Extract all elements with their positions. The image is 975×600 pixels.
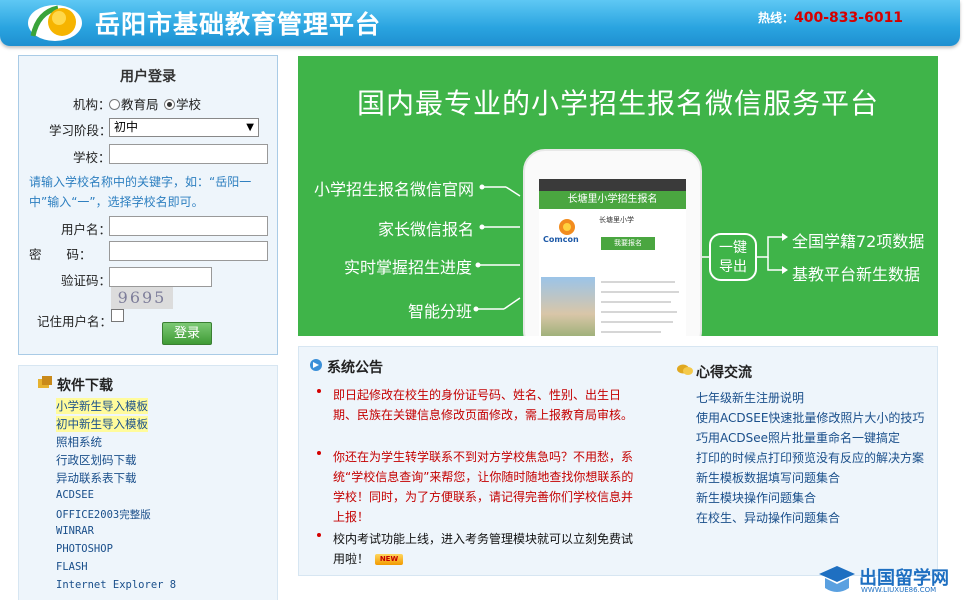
- bullet-icon: [317, 389, 321, 393]
- experience-link[interactable]: 新生模板数据填写问题集合: [696, 469, 840, 486]
- phone-mockup: 长塘里小学招生报名 Comcon 长塘里小学 我要报名: [523, 149, 702, 336]
- org-option-school: 学校: [176, 97, 202, 112]
- notice-item[interactable]: 即日起修改在校生的身份证号码、姓名、性别、出生日期、民族在关键信息修改页面修改，…: [333, 385, 638, 425]
- remember-label: 记住用户名：: [37, 314, 113, 329]
- captcha-label: 验证码：: [61, 273, 112, 288]
- org-label: 机构：: [73, 97, 111, 112]
- site-logo-icon: [28, 5, 82, 41]
- phone-status-bar: [539, 179, 686, 191]
- radio-icon[interactable]: [109, 99, 120, 110]
- notice-item[interactable]: 校内考试功能上线，进入考务管理模块就可以立刻免费试用啦！ NEW: [333, 529, 638, 569]
- text-line: [601, 321, 673, 323]
- phone-apply-button: 我要报名: [601, 237, 655, 250]
- promo-banner[interactable]: 国内最专业的小学招生报名微信服务平台 小学招生报名微信官网 家长微信报名 实时掌…: [298, 56, 938, 336]
- password-input[interactable]: [109, 241, 268, 261]
- banner-export-item: 全国学籍72项数据: [792, 232, 925, 251]
- chevron-down-icon: ▼: [246, 122, 254, 133]
- download-link[interactable]: ACDSEE: [56, 489, 94, 501]
- download-link[interactable]: 行政区划码下载: [56, 452, 137, 468]
- bullet-icon: [317, 451, 321, 455]
- experience-link[interactable]: 新生模块操作问题集合: [696, 489, 816, 506]
- text-line: [601, 331, 661, 333]
- stage-label: 学习阶段：: [49, 123, 112, 138]
- org-radio-bureau[interactable]: 教育局: [109, 94, 159, 113]
- new-badge: NEW: [375, 554, 404, 565]
- graduation-cap-icon: [819, 566, 855, 592]
- download-link[interactable]: 照相系统: [56, 434, 102, 450]
- notice-item[interactable]: 你还在为学生转学联系不到对方学校焦急吗？不用愁，系统“学校信息查询”来帮您，让你…: [333, 447, 638, 527]
- chat-bubble-icon: [677, 364, 693, 375]
- hotline: 热线：400-833-6011: [758, 9, 903, 26]
- remember-checkbox[interactable]: [111, 309, 124, 322]
- login-panel: 用户登录 机构： 教育局 学校 学习阶段： 初中 ▼ 学校： 请输入学校名称中的…: [18, 55, 278, 355]
- experience-link[interactable]: 巧用ACDSee照片批量重命名一键搞定: [696, 429, 900, 446]
- hotline-label: 热线：: [758, 11, 795, 25]
- experience-title: 心得交流: [696, 365, 752, 381]
- phone-school-name: 长塘里小学: [599, 216, 634, 224]
- radio-selected-icon[interactable]: [164, 99, 175, 110]
- experience-link[interactable]: 在校生、异动操作问题集合: [696, 509, 840, 526]
- download-link[interactable]: WINRAR: [56, 525, 94, 537]
- download-link[interactable]: 初中新生导入模板: [56, 416, 148, 432]
- arrow-right-icon: [310, 359, 322, 371]
- school-logo-text: Comcon: [543, 235, 579, 244]
- download-link[interactable]: OFFICE2003完整版: [56, 507, 151, 522]
- download-link[interactable]: 异动联系表下载: [56, 470, 137, 486]
- stage-select[interactable]: 初中 ▼: [109, 118, 259, 137]
- experience-link[interactable]: 打印的时候点打印预览没有反应的解决方案: [696, 449, 924, 466]
- phone-title: 长塘里小学招生报名: [539, 191, 686, 209]
- org-option-bureau: 教育局: [121, 97, 159, 112]
- org-radio-school[interactable]: 学校: [164, 94, 201, 113]
- one-click-export-badge: 一键 导出: [709, 233, 757, 281]
- username-label: 用户名：: [61, 222, 112, 237]
- download-title: 软件下载: [57, 378, 113, 394]
- experience-link[interactable]: 七年级新生注册说明: [696, 389, 804, 406]
- captcha-input[interactable]: [109, 267, 212, 287]
- bullet-icon: [317, 533, 321, 537]
- school-label: 学校：: [73, 150, 111, 165]
- captcha-image[interactable]: 9695: [111, 287, 173, 309]
- hotline-number: 400-833-6011: [794, 10, 904, 26]
- download-link[interactable]: FLASH: [56, 561, 88, 573]
- onekey-line1: 一键: [719, 240, 747, 256]
- text-line: [601, 291, 679, 293]
- download-link[interactable]: PHOTOSHOP: [56, 543, 113, 555]
- login-button[interactable]: 登录: [162, 322, 212, 345]
- text-line: [601, 281, 675, 283]
- experience-link[interactable]: 使用ACDSEE快速批量修改照片大小的技巧: [696, 409, 924, 426]
- notice-title: 系统公告: [327, 360, 383, 376]
- header-bar: 岳阳市基础教育管理平台 热线：400-833-6011: [0, 0, 960, 46]
- login-title: 用户登录: [120, 69, 176, 85]
- username-input[interactable]: [109, 216, 268, 236]
- banner-export-item: 基教平台新生数据: [792, 265, 921, 284]
- site-title: 岳阳市基础教育管理平台: [95, 10, 382, 39]
- download-link[interactable]: Internet Explorer 8: [56, 579, 176, 591]
- onekey-line2: 导出: [719, 259, 747, 275]
- phone-screen: 长塘里小学招生报名 Comcon 长塘里小学 我要报名: [539, 179, 686, 336]
- school-input[interactable]: [109, 144, 268, 164]
- stage-value: 初中: [114, 120, 139, 134]
- watermark: 出国留学网 WWW.LIUXUE86.COM: [815, 562, 975, 599]
- download-link[interactable]: 小学新生导入模板: [56, 398, 148, 414]
- password-label: 密 码：: [29, 247, 92, 262]
- school-hint: 请输入学校名称中的关键字，如：“岳阳一中”输入“一”，选择学校名即可。: [29, 175, 252, 209]
- school-photo: [541, 277, 595, 336]
- notice-panel: 系统公告 即日起修改在校生的身份证号码、姓名、性别、出生日期、民族在关键信息修改…: [298, 346, 938, 576]
- text-line: [601, 301, 671, 303]
- download-panel: 软件下载 小学新生导入模板 初中新生导入模板 照相系统 行政区划码下载 异动联系…: [18, 365, 278, 600]
- text-line: [601, 311, 677, 313]
- watermark-url: WWW.LIUXUE86.COM: [861, 586, 937, 594]
